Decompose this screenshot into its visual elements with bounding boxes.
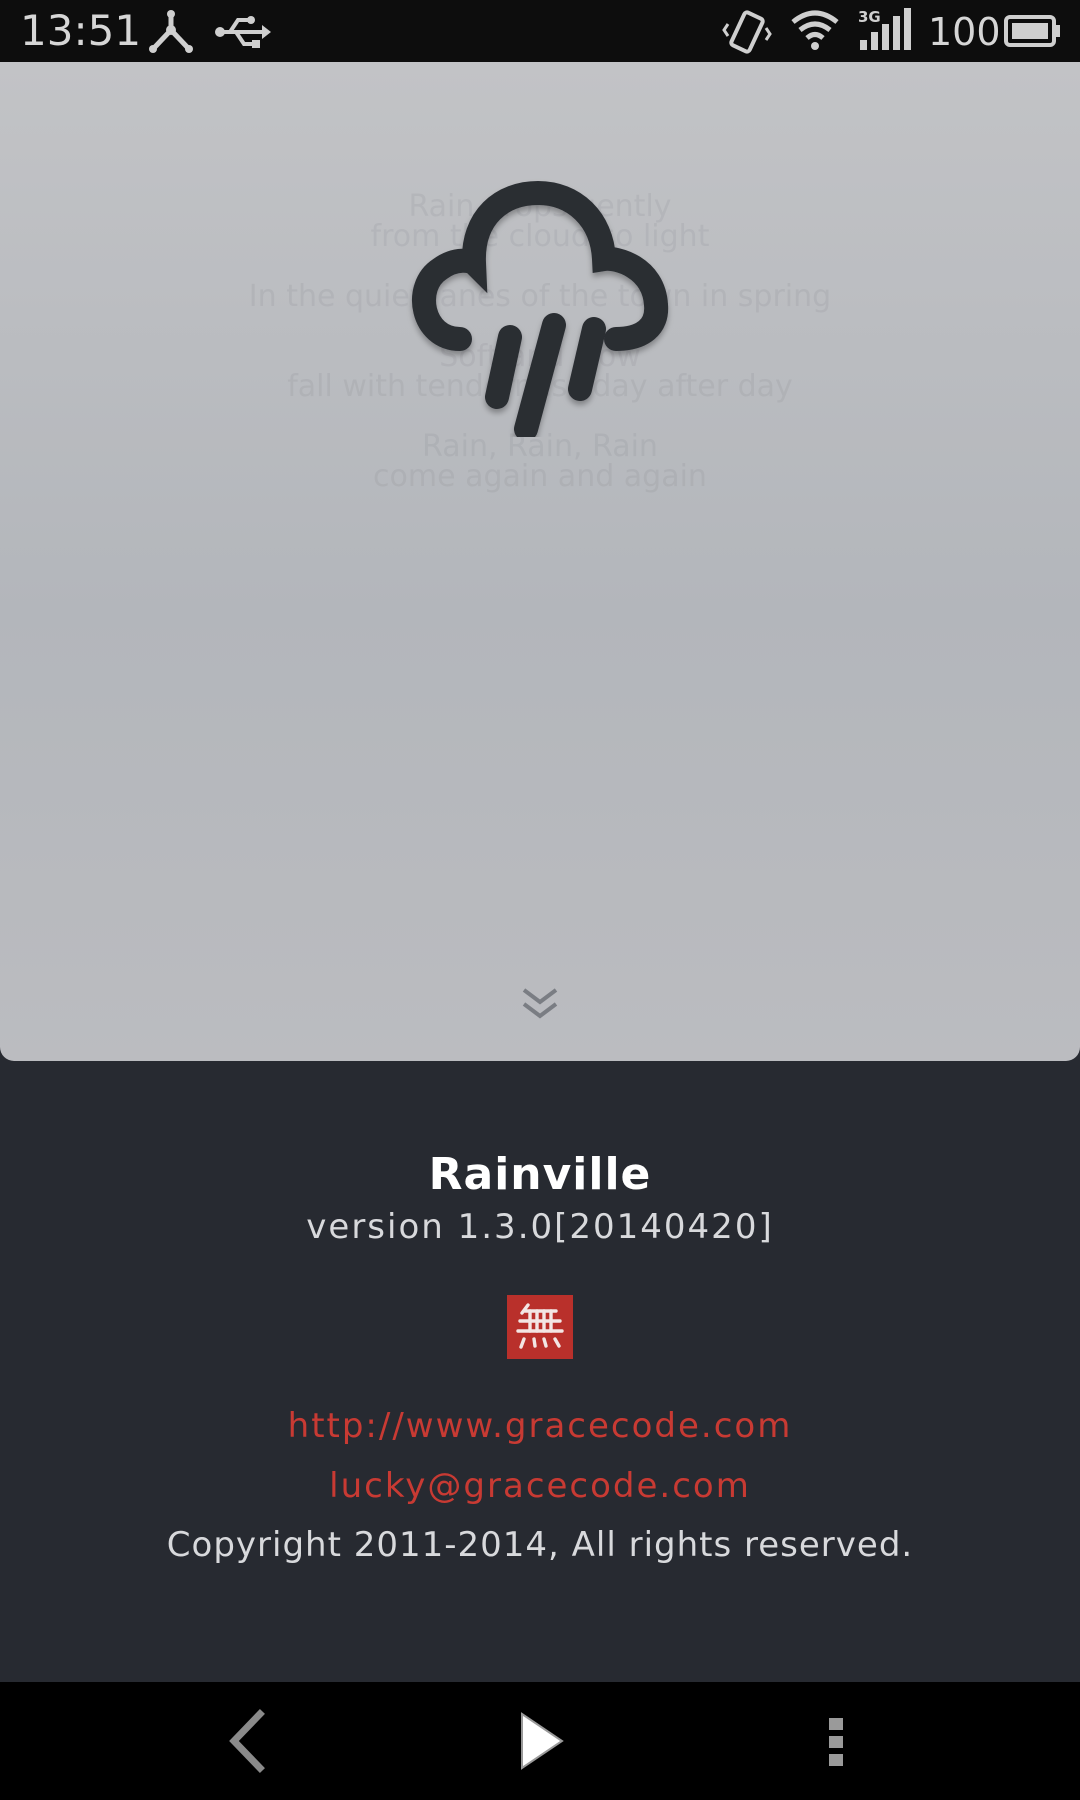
email-link[interactable]: lucky@gracecode.com (0, 1466, 1080, 1506)
wifi-icon (790, 8, 840, 56)
play-icon (521, 1712, 564, 1770)
poem-line: come again and again (373, 459, 707, 494)
navigation-bar (0, 1682, 1080, 1800)
menu-button[interactable] (766, 1682, 906, 1800)
share-icon (146, 10, 196, 58)
vibrate-icon (722, 10, 772, 58)
battery-icon (1004, 14, 1062, 52)
home-button[interactable] (470, 1682, 610, 1800)
back-button[interactable] (176, 1682, 316, 1800)
rain-cloud-icon (412, 180, 669, 437)
network-type-label: 3G (858, 8, 881, 26)
status-bar: 13:51 3G 100 (0, 0, 1080, 62)
usb-icon (214, 12, 272, 54)
menu-icon (829, 1718, 843, 1766)
back-icon (229, 1709, 265, 1773)
wu-glyph-icon (516, 1303, 564, 1349)
battery-percent: 100 (928, 10, 1001, 54)
chevron-double-down-icon[interactable] (518, 982, 562, 1026)
signal-icon: 3G (856, 6, 912, 58)
app-name: Rainville (428, 1149, 652, 1200)
about-section: Rainville version 1.3.0[20140420] http:/… (0, 1061, 1080, 1682)
hero-panel: Rain drops gently from the cloud so ligh… (0, 62, 1080, 1061)
copyright-text: Copyright 2011-2014, All rights reserved… (166, 1525, 914, 1565)
poem-stanza: Rain, Rain, Rain come again and again (0, 432, 1080, 492)
developer-logo (507, 1295, 573, 1359)
website-link[interactable]: http://www.gracecode.com (0, 1406, 1080, 1446)
app-version: version 1.3.0[20140420] (306, 1207, 774, 1247)
status-time: 13:51 (20, 6, 142, 55)
